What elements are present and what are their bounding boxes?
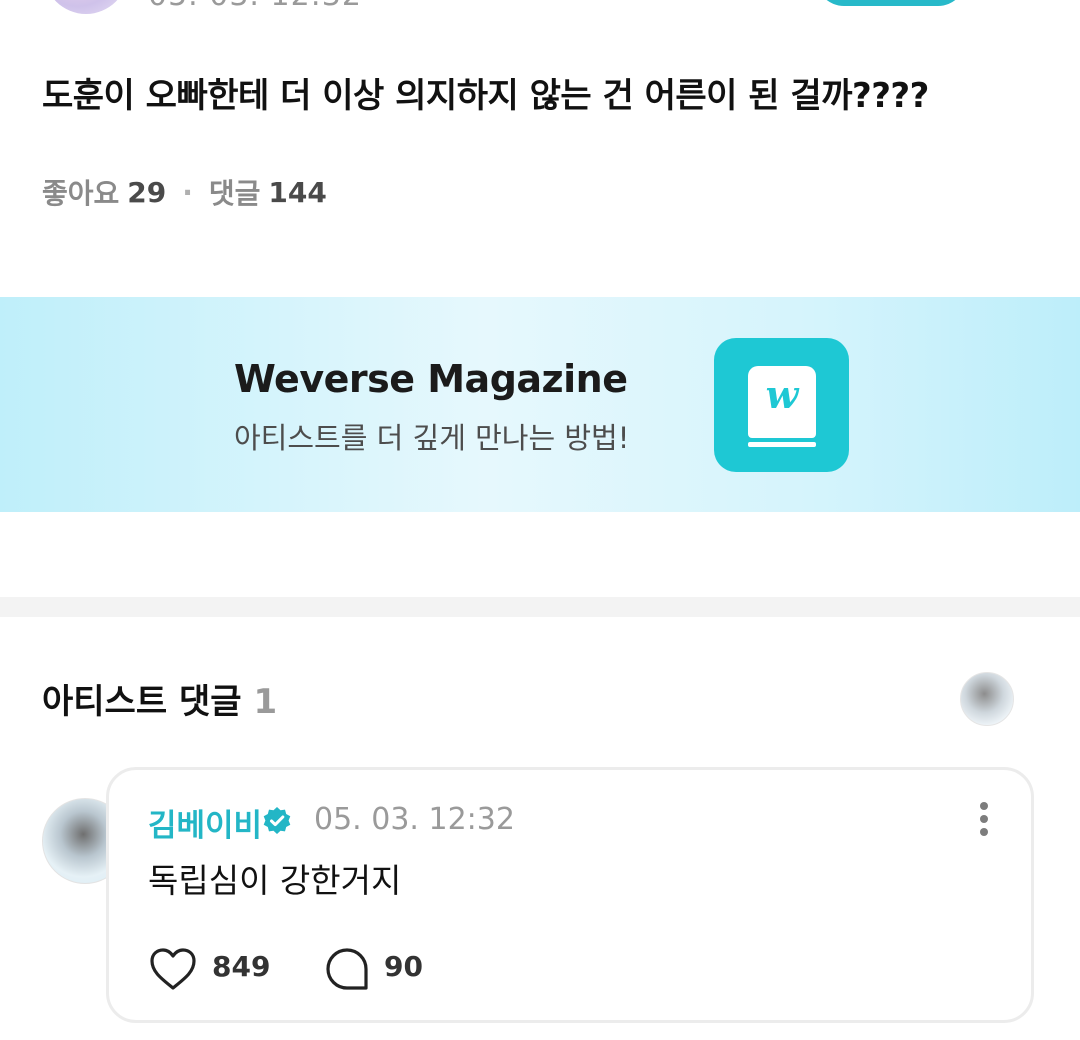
heart-icon[interactable] — [148, 946, 198, 992]
artist-comments-header: 아티스트 댓글 1 — [42, 674, 277, 723]
likes-count: 29 — [127, 175, 167, 209]
post-author-avatar[interactable] — [44, 0, 128, 14]
comment-reply-count: 90 — [384, 950, 423, 983]
post-stats: 좋아요 29 · 댓글 144 — [42, 172, 327, 212]
weverse-w-logo: w — [765, 372, 799, 417]
comments-count: 144 — [268, 175, 327, 209]
weverse-magazine-app-icon: w — [714, 338, 849, 472]
post-body-text: 도훈이 오빠한테 더 이상 의지하지 않는 건 어른이 된 걸까???? — [42, 76, 929, 116]
comment-text: 독립심이 강한거지 — [148, 861, 402, 900]
weverse-magazine-banner[interactable]: Weverse Magazine 아티스트를 더 깊게 만나는 방법! w — [0, 297, 1080, 512]
post-timestamp: 05. 03. 12:32 — [148, 0, 362, 13]
likes-label: 좋아요 — [42, 177, 120, 210]
follow-button[interactable] — [816, 0, 966, 6]
book-icon: w — [748, 366, 816, 438]
comment-like-count: 849 — [212, 950, 271, 983]
comment-author-name[interactable]: 김베이비 — [148, 800, 262, 845]
banner-subtitle: 아티스트를 더 깊게 만나는 방법! — [234, 421, 630, 455]
verified-badge-icon — [263, 807, 291, 834]
artist-comments-count: 1 — [253, 682, 278, 722]
more-options-icon[interactable] — [968, 800, 1000, 838]
artist-comments-title: 아티스트 댓글 — [42, 682, 242, 722]
book-page-line — [748, 442, 816, 447]
separator-dot: · — [182, 175, 193, 209]
section-divider — [0, 597, 1080, 617]
banner-title: Weverse Magazine — [234, 357, 628, 401]
artist-filter-avatar[interactable] — [960, 672, 1014, 726]
comments-label: 댓글 — [208, 177, 261, 210]
comment-timestamp: 05. 03. 12:32 — [314, 802, 515, 837]
reply-bubble-icon[interactable] — [324, 946, 370, 992]
